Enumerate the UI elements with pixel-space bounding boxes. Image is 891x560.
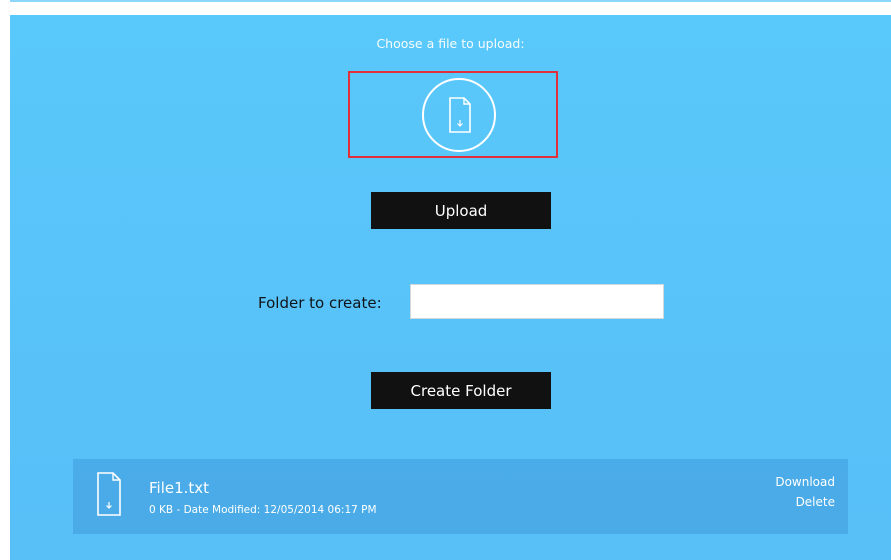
- file-list-item[interactable]: File1.txt 0 KB - Date Modified: 12/05/20…: [73, 459, 848, 534]
- folder-to-create-label: Folder to create:: [258, 294, 382, 312]
- file-name[interactable]: File1.txt: [149, 479, 209, 497]
- file-download-icon: [449, 97, 471, 133]
- top-divider: [10, 0, 891, 2]
- file-icon: [97, 472, 121, 516]
- upload-panel: Choose a file to upload: Upload Folder t…: [10, 15, 891, 560]
- file-metadata: 0 KB - Date Modified: 12/05/2014 06:17 P…: [149, 504, 377, 516]
- file-dropzone[interactable]: [348, 71, 558, 158]
- upload-button[interactable]: Upload: [371, 192, 551, 229]
- delete-link[interactable]: Delete: [796, 495, 835, 509]
- download-link[interactable]: Download: [775, 475, 835, 489]
- create-folder-button[interactable]: Create Folder: [371, 372, 551, 409]
- upload-prompt: Choose a file to upload:: [376, 36, 525, 51]
- folder-name-input[interactable]: [410, 284, 664, 319]
- file-picker-circle[interactable]: [422, 78, 496, 152]
